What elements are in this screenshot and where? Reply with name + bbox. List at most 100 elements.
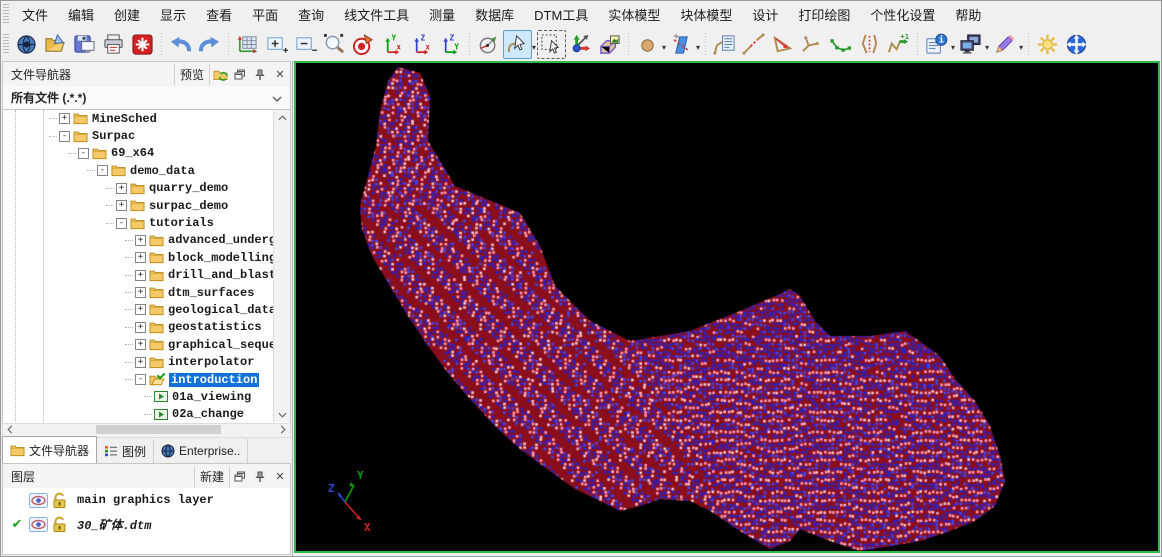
dropdown-arrow-icon[interactable]: ▾ <box>1019 37 1023 52</box>
close-panel-icon[interactable]: ✕ <box>270 66 290 84</box>
toolbar-grip-handle[interactable] <box>3 34 9 54</box>
point-style-icon[interactable] <box>633 30 662 59</box>
expand-plus-icon[interactable]: + <box>135 252 146 263</box>
open-folder-icon[interactable] <box>41 30 70 59</box>
menu-item-11[interactable]: 实体模型 <box>598 1 670 28</box>
3d-viewport[interactable]: Y X Z <box>294 61 1160 553</box>
render-solid-icon[interactable] <box>595 30 624 59</box>
tab-enterprise-[interactable]: Enterprise.. <box>154 439 248 463</box>
rotate-view-icon[interactable] <box>474 30 503 59</box>
redo-arrow-icon[interactable] <box>195 30 224 59</box>
dropdown-arrow-icon[interactable]: ▾ <box>951 37 955 52</box>
join-string-icon[interactable] <box>797 30 826 59</box>
select-cursor-icon[interactable] <box>503 30 532 59</box>
menu-item-13[interactable]: 设计 <box>742 1 788 28</box>
layer-unlocked-icon[interactable] <box>52 516 67 532</box>
new-layer-button[interactable]: 新建 <box>194 466 230 487</box>
layer-checked-icon[interactable]: ✔ <box>9 517 25 532</box>
menubar-grip-handle[interactable] <box>3 4 9 24</box>
close-panel-icon[interactable]: ✕ <box>270 468 290 486</box>
zoom-window-icon[interactable] <box>320 30 349 59</box>
menu-item-12[interactable]: 块体模型 <box>670 1 742 28</box>
expand-plus-icon[interactable]: + <box>135 357 146 368</box>
undo-arrow-icon[interactable] <box>166 30 195 59</box>
menu-item-15[interactable]: 个性化设置 <box>860 1 945 28</box>
reset-graphics-icon[interactable] <box>128 30 157 59</box>
refresh-folder-icon[interactable] <box>210 66 230 84</box>
menu-item-6[interactable]: 查询 <box>288 1 334 28</box>
layer-row[interactable]: ✔30_矿体.dtm <box>3 512 290 536</box>
zoom-out-icon[interactable] <box>291 30 320 59</box>
collapse-minus-icon[interactable]: - <box>59 131 70 142</box>
tree-item-minesched[interactable]: +MineSched <box>3 110 290 127</box>
expand-plus-icon[interactable]: + <box>135 339 146 350</box>
expand-plus-icon[interactable]: + <box>135 287 146 298</box>
tree-item-geological-data[interactable]: +geological_data <box>3 301 290 318</box>
scroll-down-icon[interactable] <box>274 407 290 422</box>
menu-item-10[interactable]: DTM工具 <box>524 1 598 28</box>
expand-plus-icon[interactable]: + <box>135 235 146 246</box>
renumber-plus1-icon[interactable]: +1 <box>884 30 913 59</box>
move-3d-icon[interactable] <box>566 30 595 59</box>
3d-viewport-canvas[interactable] <box>296 63 1158 551</box>
tree-item-dtm-surfaces[interactable]: +dtm_surfaces <box>3 284 290 301</box>
scroll-up-icon[interactable] <box>274 110 290 125</box>
expand-plus-icon[interactable]: + <box>59 113 70 124</box>
tree-item-drill-and-blast[interactable]: +drill_and_blast <box>3 267 290 284</box>
layer-visibility-eye-icon[interactable] <box>29 493 48 508</box>
collapse-minus-icon[interactable]: - <box>97 165 108 176</box>
menu-item-3[interactable]: 显示 <box>150 1 196 28</box>
float-panel-icon[interactable] <box>230 468 250 486</box>
menu-item-0[interactable]: 文件 <box>12 1 58 28</box>
tree-item-advanced-underg[interactable]: +advanced_underg <box>3 232 290 249</box>
float-panel-icon[interactable] <box>230 66 250 84</box>
layer-row[interactable]: main graphics layer <box>3 488 290 512</box>
menu-item-7[interactable]: 线文件工具 <box>334 1 419 28</box>
tree-vertical-scrollbar[interactable] <box>273 110 290 422</box>
pin-panel-icon[interactable] <box>250 468 270 486</box>
pin-panel-icon[interactable] <box>250 66 270 84</box>
menu-item-9[interactable]: 数据库 <box>465 1 524 28</box>
dropdown-arrow-icon[interactable]: ▾ <box>696 37 700 52</box>
lighting-sun-icon[interactable] <box>1033 30 1062 59</box>
layer-visibility-eye-icon[interactable] <box>29 517 48 532</box>
scroll-right-icon[interactable] <box>276 424 290 435</box>
tree-item-geostatistics[interactable]: +geostatistics <box>3 319 290 336</box>
layer-unlocked-icon[interactable] <box>52 492 67 508</box>
display-monitor-icon[interactable] <box>956 30 985 59</box>
preview-button[interactable]: 预览 <box>174 64 210 85</box>
menu-item-5[interactable]: 平面 <box>242 1 288 28</box>
data-marker-icon[interactable] <box>349 30 378 59</box>
collapse-minus-icon[interactable]: - <box>116 218 127 229</box>
globe-3d-icon[interactable] <box>12 30 41 59</box>
tab-文件导航器[interactable]: 文件导航器 <box>2 436 97 463</box>
edit-pencil-icon[interactable] <box>990 30 1019 59</box>
menu-item-1[interactable]: 编辑 <box>58 1 104 28</box>
tree-item-surpac-demo[interactable]: +surpac_demo <box>3 197 290 214</box>
box-select-icon[interactable] <box>537 30 566 59</box>
printer-icon[interactable] <box>99 30 128 59</box>
split-line-icon[interactable] <box>855 30 884 59</box>
dropdown-arrow-icon[interactable]: ▾ <box>985 37 989 52</box>
expand-plus-icon[interactable]: + <box>116 200 127 211</box>
expand-plus-icon[interactable]: + <box>135 322 146 333</box>
tree-item-graphical-seque[interactable]: +graphical_seque <box>3 336 290 353</box>
zoom-all-icon[interactable] <box>233 30 262 59</box>
expand-plus-icon[interactable]: + <box>135 304 146 315</box>
zoom-in-icon[interactable] <box>262 30 291 59</box>
menu-item-16[interactable]: 帮助 <box>945 1 991 28</box>
close-string-icon[interactable] <box>768 30 797 59</box>
view-zy-icon[interactable]: ZY <box>436 30 465 59</box>
break-line-icon[interactable] <box>739 30 768 59</box>
save-floppy-icon[interactable] <box>70 30 99 59</box>
tree-item-01a-viewing[interactable]: 01a_viewing <box>3 388 290 405</box>
menu-item-4[interactable]: 查看 <box>196 1 242 28</box>
menu-item-8[interactable]: 测量 <box>419 1 465 28</box>
view-xy-icon[interactable]: Yx <box>378 30 407 59</box>
menu-item-14[interactable]: 打印绘图 <box>788 1 860 28</box>
collapse-minus-icon[interactable]: - <box>135 374 146 385</box>
scrollbar-thumb[interactable] <box>96 425 221 434</box>
tree-item-tutorials[interactable]: -tutorials <box>3 214 290 231</box>
orbit-sphere-icon[interactable] <box>1062 30 1091 59</box>
dropdown-arrow-icon[interactable]: ▾ <box>532 37 536 52</box>
